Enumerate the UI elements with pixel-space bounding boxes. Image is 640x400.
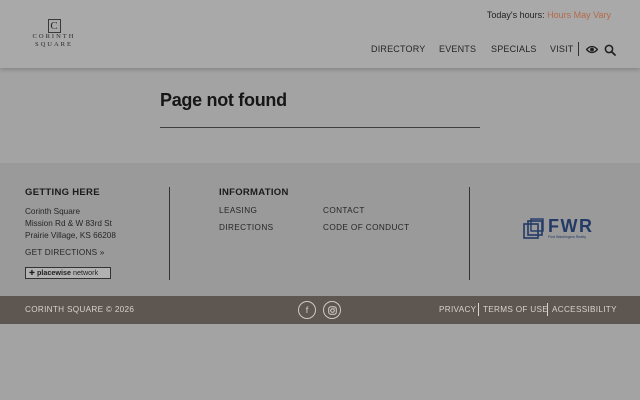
page-title: Page not found [160,90,287,110]
site-header: C CORINTH SQUARE Today's hours: Hours Ma… [0,0,640,68]
title-divider [160,127,480,128]
footer-divider-right [469,187,470,280]
placewise-network-badge[interactable]: ✚ placewise network [25,267,111,279]
address-line-2: Mission Rd & W 83rd St [25,219,112,228]
privacy-link[interactable]: PRIVACY [439,305,476,314]
corinth-square-logo[interactable]: C CORINTH SQUARE [27,19,81,53]
directions-link[interactable]: DIRECTIONS [219,223,274,232]
fwr-squares-icon [523,218,544,239]
logo-word-1: CORINTH [32,33,76,40]
footer-divider-left [169,187,170,280]
instagram-icon[interactable] [323,301,341,319]
nav-events[interactable]: EVENTS [439,44,476,54]
fwr-logo-subtext: First Washington Realty [548,235,587,239]
accessibility-link[interactable]: ACCESSIBILITY [552,305,617,314]
nav-divider [578,42,579,56]
getting-here-heading: GETTING HERE [25,187,100,198]
code-of-conduct-link[interactable]: CODE OF CONDUCT [323,223,410,232]
address-line-1: Corinth Square [25,207,81,216]
leasing-link[interactable]: LEASING [219,206,257,215]
contact-link[interactable]: CONTACT [323,206,365,215]
nav-directory[interactable]: DIRECTORY [371,44,425,54]
eye-icon[interactable] [586,45,598,54]
legal-divider-1 [478,303,479,316]
information-heading: INFORMATION [219,187,289,198]
placewise-suffix: network [73,268,99,277]
terms-of-use-link[interactable]: TERMS OF USE [483,305,548,314]
search-icon[interactable] [604,44,616,56]
placewise-icon: ✚ [29,268,36,277]
logo-mark: C [47,19,61,33]
todays-hours: Today's hours: Hours May Vary [487,10,611,20]
copyright-text: CORINTH SQUARE © 2026 [25,305,135,314]
facebook-icon[interactable]: f [298,301,316,319]
legal-divider-2 [547,303,548,316]
placewise-brand: placewise [37,268,71,277]
hours-value-link[interactable]: Hours May Vary [547,10,611,20]
address-line-3: Prairie Village, KS 66208 [25,231,116,240]
logo-word-2: SQUARE [34,41,73,48]
instagram-glyph [327,305,337,315]
get-directions-link[interactable]: GET DIRECTIONS » [25,248,104,257]
nav-specials[interactable]: SPECIALS [491,44,537,54]
nav-visit[interactable]: VISIT [550,44,574,54]
hours-label: Today's hours: [486,10,545,20]
fwr-logo-text[interactable]: FWR [548,216,593,237]
